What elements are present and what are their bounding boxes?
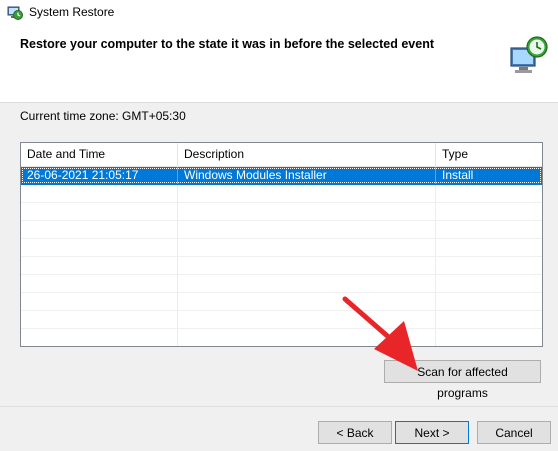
empty-cell [436,275,542,292]
empty-cell [21,221,178,238]
empty-cell [436,311,542,328]
table-row-empty [21,239,542,257]
table-row-empty [21,257,542,275]
system-restore-clock-monitor-icon [505,34,551,80]
table-row-empty [21,329,542,346]
empty-cell [21,239,178,256]
empty-cell [178,311,436,328]
page-title: Restore your computer to the state it wa… [20,37,434,51]
cell-description: Windows Modules Installer [178,167,436,184]
column-header-type[interactable]: Type [436,143,542,166]
empty-cell [21,275,178,292]
empty-cell [436,185,542,202]
table-row-empty [21,185,542,203]
empty-cell [436,203,542,220]
empty-cell [21,293,178,310]
empty-cell [178,329,436,346]
table-row-empty [21,311,542,329]
scan-affected-programs-button[interactable]: Scan for affected programs [384,360,541,400]
column-header-description[interactable]: Description [178,143,436,166]
empty-cell [436,329,542,346]
empty-cell [178,239,436,256]
table-row[interactable]: 26-06-2021 21:05:17 Windows Modules Inst… [21,167,542,185]
cell-date-time: 26-06-2021 21:05:17 [21,167,178,184]
empty-cell [178,275,436,292]
window-title: System Restore [29,5,115,19]
sort-chevron-icon: ⌄ [94,147,101,156]
footer-divider [0,406,558,407]
title-bar: System Restore [0,0,558,26]
back-button[interactable]: < Back [318,421,392,444]
empty-cell [178,203,436,220]
column-header-date-time[interactable]: Date and Time ⌄ [21,143,178,166]
empty-cell [436,257,542,274]
table-row-empty [21,221,542,239]
system-restore-icon [6,4,24,22]
table-row-empty [21,275,542,293]
wizard-header: Restore your computer to the state it wa… [0,26,558,103]
empty-cell [436,293,542,310]
timezone-label: Current time zone: GMT+05:30 [20,109,186,123]
empty-cell [21,329,178,346]
column-header-label: Type [442,147,469,161]
next-button[interactable]: Next > [395,421,469,444]
table-header: Date and Time ⌄ Description Type [21,143,542,167]
empty-cell [21,311,178,328]
table-row-empty [21,293,542,311]
empty-cell [21,203,178,220]
table-row-empty [21,203,542,221]
empty-cell [436,221,542,238]
table-body: 26-06-2021 21:05:17 Windows Modules Inst… [21,167,542,346]
empty-cell [436,239,542,256]
empty-cell [21,257,178,274]
restore-points-table[interactable]: Date and Time ⌄ Description Type 26-06-2… [20,142,543,347]
empty-cell [178,293,436,310]
empty-cell [178,185,436,202]
empty-cell [21,185,178,202]
empty-cell [178,221,436,238]
cancel-button[interactable]: Cancel [477,421,551,444]
column-header-label: Description [184,147,245,161]
cell-type: Install [442,168,474,182]
empty-cell [178,257,436,274]
